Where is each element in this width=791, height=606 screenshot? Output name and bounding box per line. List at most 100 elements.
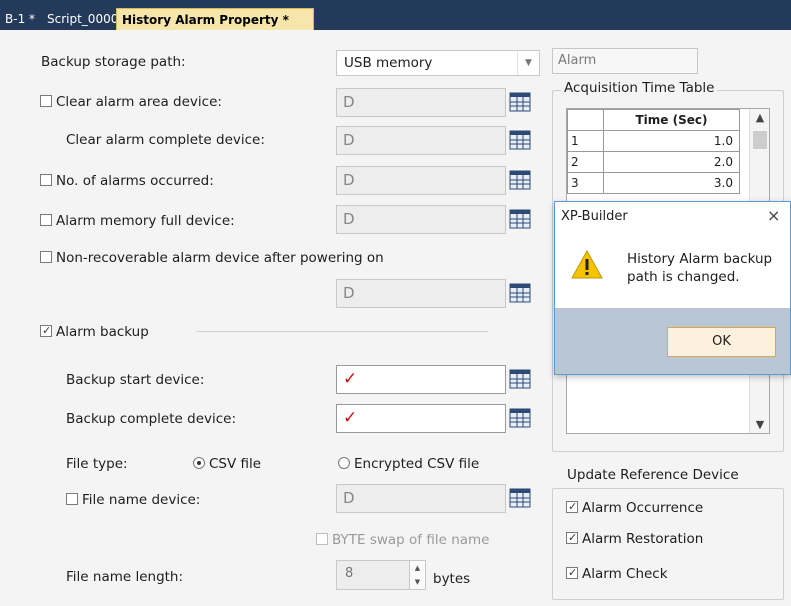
chevron-down-icon[interactable]: ▼ [410, 575, 425, 589]
memory-full-checkbox[interactable] [40, 214, 52, 226]
dialog-title: XP-Builder [561, 209, 628, 224]
clear-alarm-complete-label: Clear alarm complete device: [66, 132, 265, 148]
alarm-backup-checkbox[interactable] [40, 322, 52, 340]
time-value[interactable]: 1.0 [603, 130, 740, 152]
time-sec-header: Time (Sec) [603, 109, 740, 131]
alarm-check-checkbox[interactable] [566, 564, 578, 582]
chevron-up-icon[interactable]: ▲ [410, 561, 425, 575]
table-row[interactable]: 3 3.0 [567, 172, 740, 194]
device-picker-button[interactable] [508, 281, 533, 306]
byte-swap-checkbox [316, 533, 328, 545]
encrypted-option-label: Encrypted CSV file [354, 456, 480, 472]
file-name-device-label: File name device: [82, 492, 201, 508]
warning-icon [570, 249, 604, 285]
table-corner-cell [567, 109, 604, 131]
required-mark-icon: ✓ [343, 369, 358, 389]
byte-swap-label: BYTE swap of file name [332, 532, 490, 548]
scrollbar-thumb[interactable] [753, 131, 767, 149]
file-name-length-stepper[interactable]: 8 ▲ ▼ [336, 560, 426, 590]
alarm-occurrence-label: Alarm Occurrence [582, 500, 704, 516]
chevron-down-icon[interactable]: ▼ [517, 51, 539, 75]
backup-storage-path-select[interactable]: USB memory ▼ [336, 50, 540, 76]
backup-start-label: Backup start device: [66, 372, 205, 388]
no-alarms-label: No. of alarms occurred: [56, 173, 214, 189]
no-alarms-field[interactable]: D [336, 166, 506, 195]
file-type-encrypted-option[interactable]: Encrypted CSV file [338, 455, 479, 473]
file-name-length-label: File name length: [66, 569, 184, 585]
alarm-check-row[interactable]: Alarm Check [566, 564, 668, 583]
device-picker-button[interactable] [508, 207, 533, 232]
backup-storage-path-label: Backup storage path: [41, 54, 186, 70]
file-type-label: File type: [66, 456, 128, 472]
table-icon [509, 92, 531, 112]
clear-alarm-area-row[interactable]: Clear alarm area device: [40, 93, 222, 111]
file-name-device-row[interactable]: File name device: [66, 491, 200, 509]
property-panel: Backup storage path: USB memory ▼ Alarm … [0, 30, 791, 606]
clear-alarm-area-checkbox[interactable] [40, 95, 52, 107]
table-icon [509, 209, 531, 229]
non-recoverable-row[interactable]: Non-recoverable alarm device after power… [40, 249, 384, 267]
no-alarms-checkbox[interactable] [40, 174, 52, 186]
table-row[interactable]: 2 2.0 [567, 151, 740, 173]
xp-builder-dialog: XP-Builder × History Alarm backup path i… [554, 201, 791, 375]
device-picker-button[interactable] [508, 406, 533, 431]
alarm-check-label: Alarm Check [582, 566, 668, 582]
tab-history-alarm-property[interactable]: History Alarm Property * [116, 8, 314, 30]
clear-alarm-area-label: Clear alarm area device: [56, 94, 222, 110]
device-picker-button[interactable] [508, 486, 533, 511]
time-table: Time (Sec) 1 1.0 2 2.0 3 3.0 [567, 109, 740, 194]
table-icon [509, 369, 531, 389]
file-name-device-checkbox[interactable] [66, 493, 78, 505]
memory-full-label: Alarm memory full device: [56, 213, 235, 229]
file-name-length-value: 8 [345, 566, 354, 581]
time-value[interactable]: 2.0 [603, 151, 740, 173]
dialog-message: History Alarm backup path is changed. [627, 251, 773, 285]
chevron-up-icon[interactable]: ▲ [750, 111, 770, 124]
alarm-restoration-checkbox[interactable] [566, 529, 578, 547]
alarm-name-field[interactable]: Alarm [552, 48, 698, 74]
alarm-occurrence-checkbox[interactable] [566, 498, 578, 516]
tab-bar: B-1 * Script_0000 History Alarm Property… [0, 0, 791, 30]
radio-encrypted-csv[interactable] [338, 457, 350, 469]
chevron-down-icon[interactable]: ▼ [750, 418, 770, 431]
dialog-footer: OK [555, 308, 790, 374]
alarm-backup-row[interactable]: Alarm backup [40, 322, 149, 341]
close-icon[interactable]: × [767, 206, 780, 225]
backup-start-field[interactable]: ✓ [336, 365, 506, 394]
row-number: 2 [567, 151, 604, 173]
device-picker-button[interactable] [508, 168, 533, 193]
memory-full-field[interactable]: D [336, 205, 506, 234]
file-name-device-field[interactable]: D [336, 484, 506, 513]
alarm-occurrence-row[interactable]: Alarm Occurrence [566, 498, 704, 517]
memory-full-row[interactable]: Alarm memory full device: [40, 212, 235, 230]
backup-complete-field[interactable]: ✓ [336, 404, 506, 433]
radio-csv[interactable] [193, 457, 205, 469]
alarm-restoration-row[interactable]: Alarm Restoration [566, 529, 703, 548]
clear-alarm-area-field[interactable]: D [336, 88, 506, 117]
update-reference-device-title: Update Reference Device [564, 467, 742, 483]
tab-script[interactable]: Script_0000 [42, 8, 123, 30]
stepper-buttons[interactable]: ▲ ▼ [409, 561, 425, 589]
required-mark-icon: ✓ [343, 408, 358, 428]
non-recoverable-field[interactable]: D [336, 279, 506, 308]
acquisition-time-table-title: Acquisition Time Table [561, 80, 718, 96]
table-row[interactable]: 1 1.0 [567, 130, 740, 152]
alarm-backup-label: Alarm backup [56, 324, 149, 340]
table-icon [509, 130, 531, 150]
table-icon [509, 488, 531, 508]
no-alarms-row[interactable]: No. of alarms occurred: [40, 172, 214, 190]
ok-button[interactable]: OK [667, 327, 776, 357]
backup-complete-label: Backup complete device: [66, 411, 237, 427]
non-recoverable-checkbox[interactable] [40, 251, 52, 263]
time-value[interactable]: 3.0 [603, 172, 740, 194]
backup-storage-path-value: USB memory [344, 55, 433, 71]
row-number: 1 [567, 130, 604, 152]
device-picker-button[interactable] [508, 90, 533, 115]
clear-alarm-complete-field[interactable]: D [336, 126, 506, 155]
tab-b1[interactable]: B-1 * [0, 8, 40, 30]
table-icon [509, 408, 531, 428]
device-picker-button[interactable] [508, 367, 533, 392]
table-icon [509, 283, 531, 303]
file-type-csv-option[interactable]: CSV file [193, 455, 261, 473]
device-picker-button[interactable] [508, 128, 533, 153]
